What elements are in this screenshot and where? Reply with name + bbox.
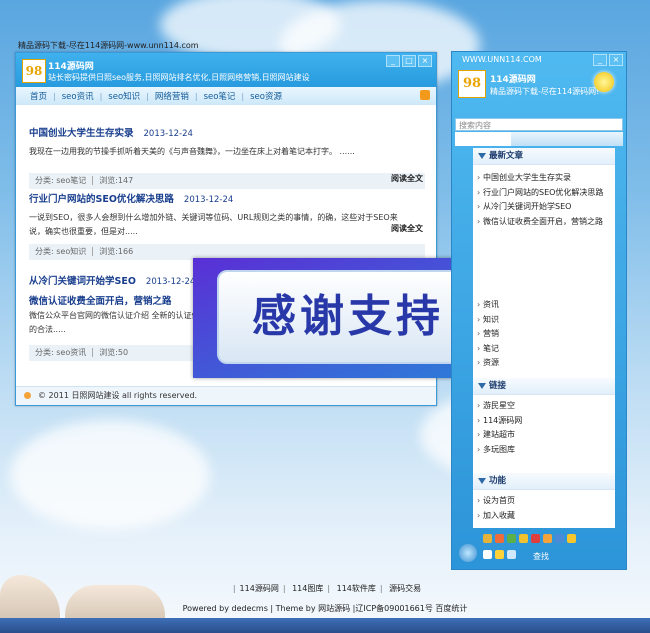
footer-link[interactable]: 114图库: [292, 584, 323, 593]
minimize-button[interactable]: _: [386, 55, 400, 67]
panel-minimize-button[interactable]: _: [593, 54, 607, 66]
panel-subtitle: 精品源码下载-尽在114源码网!: [490, 87, 600, 96]
post-category[interactable]: 分类: seo资讯: [35, 348, 86, 357]
post-title[interactable]: 中国创业大学生生存实录: [29, 128, 134, 139]
side-panel: WWW.UNN114.COM _ × 98 114源码网 精品源码下载-尽在11…: [451, 51, 627, 570]
post-views: 浏览:166: [92, 247, 134, 256]
main-nav: 首页 | seo资讯 | seo知识 | 网络营销 | seo笔记 | seo资源: [16, 87, 436, 105]
nav-home[interactable]: 首页: [24, 90, 53, 102]
panel-name: 114源码网: [490, 75, 536, 85]
post-views: 浏览:50: [92, 348, 129, 357]
footer-copyright: Powered by dedecms | Theme by 网站源码 |辽ICP…: [182, 604, 468, 613]
top-note: 精品源码下载-尽在114源码网-www.unn114.com: [18, 41, 199, 50]
settings-icon[interactable]: [483, 550, 492, 559]
link-item[interactable]: 114源码网: [473, 414, 615, 429]
latest-item[interactable]: 微信认证收费全面开启，营销之路: [473, 215, 615, 230]
tool-icon[interactable]: [483, 534, 492, 543]
tool-icon[interactable]: [543, 534, 552, 543]
nav-seo-resources[interactable]: seo资源: [244, 90, 288, 102]
tab-chat-icon[interactable]: [511, 132, 567, 146]
post-views: 浏览:147: [92, 176, 134, 185]
category-item[interactable]: 资源: [473, 356, 615, 371]
post-meta: 分类: seo资讯 浏览:50: [29, 345, 195, 361]
post-title[interactable]: 从冷门关键词开始学SEO: [29, 276, 136, 287]
panel-tabs: [455, 132, 623, 146]
tool-icon[interactable]: [555, 534, 564, 543]
nav-seo-knowledge[interactable]: seo知识: [102, 90, 146, 102]
panel-close-button[interactable]: ×: [609, 54, 623, 66]
category-item[interactable]: 资讯: [473, 298, 615, 313]
site-logo: 98: [22, 59, 46, 83]
search-icon[interactable]: [507, 550, 516, 559]
latest-item[interactable]: 行业门户网站的SEO优化解决思路: [473, 186, 615, 201]
tool-icon[interactable]: [507, 534, 516, 543]
tool-icon[interactable]: [531, 534, 540, 543]
post-date: 2013-12-24: [183, 195, 234, 205]
window-header: 98 114源码网 站长密码提供日照seo服务,日照网站排名优化,日照网络营销,…: [16, 53, 436, 105]
sun-icon: [594, 72, 614, 92]
category-item[interactable]: 知识: [473, 313, 615, 328]
post-date: 2013-12-24: [143, 129, 193, 139]
footer-link[interactable]: 114源码网: [240, 584, 279, 593]
category-item[interactable]: 笔记: [473, 342, 615, 357]
latest-item[interactable]: 从冷门关键词开始学SEO: [473, 200, 615, 215]
tab-contacts-icon[interactable]: [455, 132, 511, 146]
post-title[interactable]: 微信认证收费全面开启，营销之路: [29, 296, 172, 307]
latest-item[interactable]: 中国创业大学生生存实录: [473, 171, 615, 186]
window-subtitle: 站长密码提供日照seo服务,日照网站排名优化,日照网络营销,日照网站建设: [48, 73, 310, 82]
maximize-button[interactable]: □: [402, 55, 416, 67]
post-excerpt: 一说到SEO，很多人会想到什么增加外链、关键词等位码、URL规则之类的事情，的确…: [29, 213, 398, 236]
avatar-icon[interactable]: [459, 544, 477, 562]
panel-search-input[interactable]: 搜索内容: [455, 118, 623, 131]
nav-marketing[interactable]: 网络营销: [149, 90, 195, 102]
read-more-link[interactable]: 阅读全文: [391, 173, 423, 184]
footer-link[interactable]: 114软件库: [337, 584, 376, 593]
star-icon[interactable]: [495, 550, 504, 559]
function-item[interactable]: 设为首页: [473, 494, 615, 509]
section-links[interactable]: 链接: [473, 378, 615, 395]
section-latest[interactable]: 最新文章: [473, 148, 615, 165]
post-date: 2013-12-24: [145, 277, 196, 287]
tool-icon[interactable]: [567, 534, 576, 543]
cloud: [10, 420, 210, 530]
sea-strip: [0, 618, 650, 633]
panel-toolbar: 查找: [455, 532, 623, 566]
link-item[interactable]: 游民星空: [473, 399, 615, 414]
section-functions[interactable]: 功能: [473, 473, 615, 490]
close-button[interactable]: ×: [418, 55, 432, 67]
tab-stats-icon[interactable]: [567, 132, 623, 146]
footer-links: | 114源码网 | 114图库 | 114软件库 | 源码交易: [232, 584, 422, 593]
panel-list: 最新文章 中国创业大学生生存实录 行业门户网站的SEO优化解决思路 从冷门关键词…: [473, 148, 615, 528]
panel-logo: 98: [458, 70, 486, 98]
panel-url: WWW.UNN114.COM: [462, 55, 542, 64]
post-category[interactable]: 分类: seo笔记: [35, 176, 86, 185]
thanks-text: 感谢支持: [217, 270, 479, 364]
post-excerpt: 我现在一边用我的节操手抓听着天美的《与声音魏舞》，一边坐在床上对着笔记本打字。 …: [29, 147, 355, 156]
tool-icon[interactable]: [519, 534, 528, 543]
window-title: 114源码网: [48, 62, 94, 72]
footer-link[interactable]: 源码交易: [389, 584, 421, 593]
function-item[interactable]: 加入收藏: [473, 509, 615, 524]
post-category[interactable]: 分类: seo知识: [35, 247, 86, 256]
link-item[interactable]: 建站超市: [473, 428, 615, 443]
rss-icon[interactable]: [420, 90, 430, 100]
find-label[interactable]: 查找: [533, 551, 549, 562]
post-title[interactable]: 行业门户网站的SEO优化解决思路: [29, 194, 174, 205]
nav-seo-notes[interactable]: seo笔记: [198, 90, 242, 102]
link-item[interactable]: 多玩图库: [473, 443, 615, 458]
post-meta: 分类: seo笔记 浏览:147: [29, 173, 425, 189]
tool-icon[interactable]: [495, 534, 504, 543]
post-item: 中国创业大学生生存实录 2013-12-24 我现在一边用我的节操手抓听着天美的《…: [29, 125, 425, 189]
nav-seo-news[interactable]: seo资讯: [56, 90, 100, 102]
window-footer: © 2011 日照网站建设 all rights reserved.: [16, 386, 436, 405]
read-more-link[interactable]: 阅读全文: [391, 223, 423, 234]
category-item[interactable]: 营销: [473, 327, 615, 342]
post-item: 行业门户网站的SEO优化解决思路 2013-12-24 一说到SEO，很多人会想到…: [29, 191, 425, 260]
